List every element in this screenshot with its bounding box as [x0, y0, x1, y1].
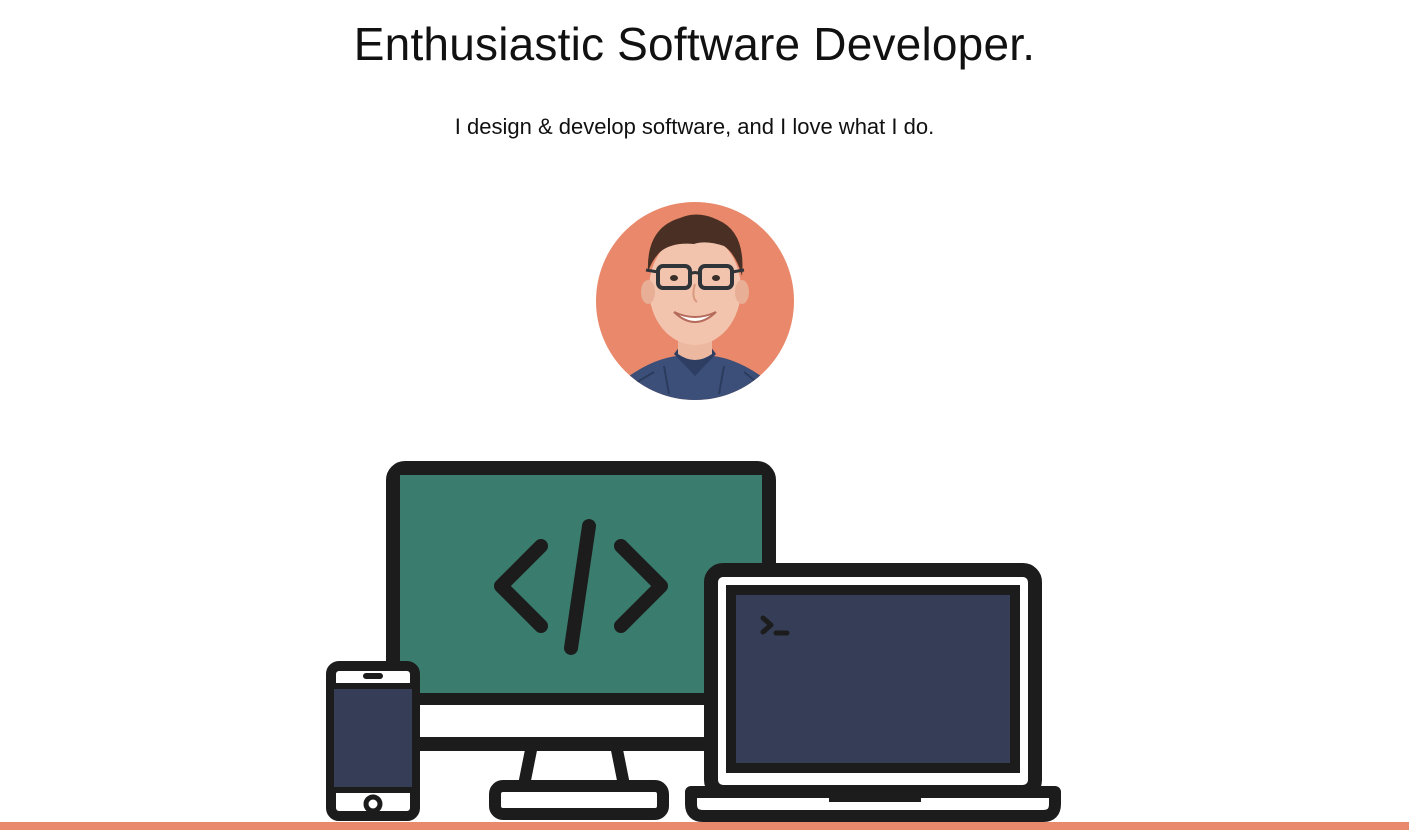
- smartphone-icon: [326, 661, 420, 821]
- page: Enthusiastic Software Developer. I desig…: [0, 0, 1409, 830]
- laptop-icon: [685, 563, 1061, 822]
- devices-illustration: [326, 461, 1061, 822]
- avatar: [596, 202, 794, 400]
- page-subtitle: I design & develop software, and I love …: [454, 114, 935, 139]
- footer-accent-bar: [0, 822, 1409, 830]
- page-title: Enthusiastic Software Developer.: [353, 18, 1036, 70]
